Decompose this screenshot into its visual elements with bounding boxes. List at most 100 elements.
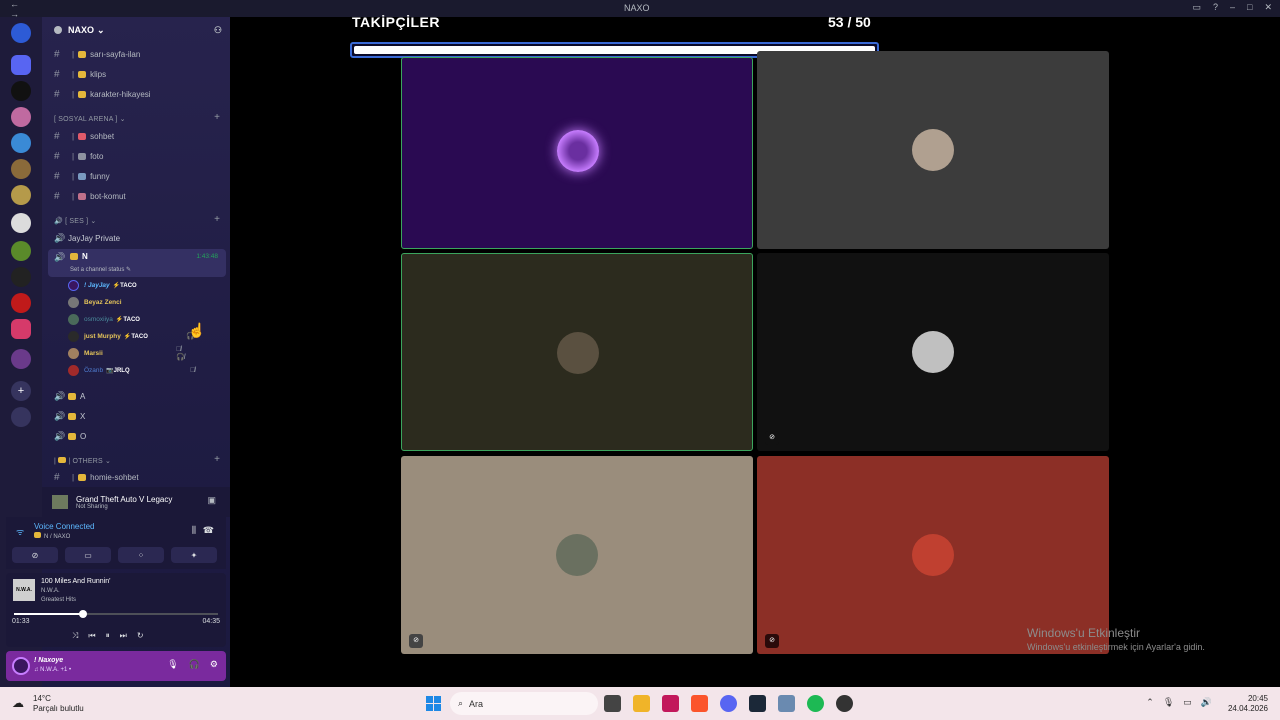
add-server-icon[interactable]: + xyxy=(11,381,31,401)
next-icon[interactable]: ⏭ xyxy=(120,631,127,641)
voice-user[interactable]: Beyaz Zenci xyxy=(68,295,122,309)
microphone-icon[interactable]: 🎙 xyxy=(1163,697,1174,708)
weather-widget[interactable]: 14°C Parçalı bulutlu xyxy=(33,694,84,714)
server-icon[interactable] xyxy=(11,267,31,287)
channel-item[interactable]: # | sarı-sayfa-ilan xyxy=(54,47,140,61)
pause-icon[interactable]: ⏸ xyxy=(106,631,110,641)
server-icon[interactable] xyxy=(11,107,31,127)
voice-user[interactable]: ! JayJay ⚡TACO xyxy=(68,278,137,292)
video-tile[interactable]: ⊘ xyxy=(401,456,753,654)
channel-item[interactable]: # | bot-komut xyxy=(54,189,126,203)
add-member-icon[interactable]: ⚇ xyxy=(214,25,222,36)
channel-item[interactable]: # | sohbet xyxy=(54,129,114,143)
headphones-icon[interactable]: 🎧 xyxy=(189,659,200,670)
server-icon[interactable] xyxy=(11,213,31,233)
weather-icon[interactable]: ☁ xyxy=(12,696,24,710)
previous-icon[interactable]: ⏮ xyxy=(88,631,95,641)
settings-gear-icon[interactable]: ⚙ xyxy=(210,659,218,670)
shuffle-icon[interactable]: ⤨ xyxy=(72,631,78,641)
task-view-icon[interactable] xyxy=(604,695,621,712)
spotify-icon[interactable] xyxy=(807,695,824,712)
camera-off-button[interactable]: ⊘ xyxy=(12,547,58,563)
noise-suppression-icon[interactable]: ⫼ xyxy=(192,525,196,536)
discover-icon[interactable] xyxy=(11,407,31,427)
file-explorer-icon[interactable] xyxy=(633,695,650,712)
clock[interactable]: 20:45 24.04.2026 xyxy=(1228,694,1268,714)
voice-channel[interactable]: 🔊 O xyxy=(54,429,86,443)
channel-emoji-icon xyxy=(70,253,78,260)
inbox-icon[interactable]: ▭ xyxy=(1192,2,1201,13)
server-icon[interactable] xyxy=(11,319,31,339)
category-others[interactable]: | | OTHERS ⌄ xyxy=(54,457,111,465)
steam-icon[interactable] xyxy=(749,695,766,712)
server-icon[interactable] xyxy=(11,349,31,369)
volume-icon[interactable]: 🔊 xyxy=(1201,697,1212,708)
channel-status[interactable]: Set a channel status ✎ xyxy=(70,266,131,273)
app-icon[interactable] xyxy=(662,695,679,712)
nav-arrows[interactable]: ← → xyxy=(0,0,40,19)
server-icon[interactable] xyxy=(11,293,31,313)
disconnect-icon[interactable]: ☎ xyxy=(203,525,214,536)
channel-item[interactable]: # | foto xyxy=(54,149,103,163)
username[interactable]: ! Naxoye xyxy=(34,657,63,664)
video-tile[interactable]: ⊘ xyxy=(757,253,1109,451)
title-bar: ← → NAXO ▭ ? – □ ✕ xyxy=(0,0,1280,19)
deafened-icon: ⊘ xyxy=(409,634,423,648)
voice-user[interactable]: Özanb 📷JRLQ 🎙̸ xyxy=(68,363,195,377)
minimize-button[interactable]: – xyxy=(1230,2,1235,13)
progress-knob[interactable] xyxy=(79,610,88,618)
maximize-button[interactable]: □ xyxy=(1247,2,1252,13)
video-tile[interactable]: ⊘ xyxy=(757,456,1109,654)
voice-connected-title[interactable]: Voice Connected xyxy=(34,522,95,531)
video-tile[interactable] xyxy=(401,253,753,451)
voice-user[interactable]: Marsii 🎙̸ 🎧̸ xyxy=(68,346,185,361)
server-icon[interactable] xyxy=(11,133,31,153)
app-icon[interactable] xyxy=(836,695,853,712)
add-channel-icon[interactable]: + xyxy=(214,214,220,225)
avatar[interactable] xyxy=(12,657,30,675)
server-icon[interactable] xyxy=(11,185,31,205)
dm-icon[interactable] xyxy=(11,55,31,75)
voice-user[interactable]: just Murphy ⚡TACO 🎧̸ xyxy=(68,329,195,343)
taskbar: ☁ 14°C Parçalı bulutlu ⌕ Ara ⌃ 🎙 ▭ 🔊 20:… xyxy=(0,687,1280,720)
signal-icon[interactable]: ᯤ xyxy=(16,525,24,538)
server-header[interactable]: NAXO ⌄ ⚇ xyxy=(42,17,230,43)
voice-channel[interactable]: 🔊 A xyxy=(54,389,85,403)
home-icon[interactable] xyxy=(11,23,31,43)
add-channel-icon[interactable]: + xyxy=(214,454,220,465)
video-tile[interactable] xyxy=(757,51,1109,249)
soundboard-button[interactable]: ✦ xyxy=(171,547,217,563)
channel-item[interactable]: # | klips xyxy=(54,67,106,81)
stream-game-icon[interactable]: ▣ xyxy=(207,495,216,506)
channel-item[interactable]: # | funny xyxy=(54,169,110,183)
voice-channel-active[interactable]: 🔊 N 1:43:48 Set a channel status ✎ xyxy=(48,249,226,277)
microphone-icon[interactable]: 🎙 xyxy=(167,659,178,670)
repeat-icon[interactable]: ↻ xyxy=(137,631,144,641)
screen-share-button[interactable]: ▭ xyxy=(65,547,111,563)
avatar xyxy=(912,129,954,171)
voice-channel[interactable]: 🔊 X xyxy=(54,409,85,423)
category-social[interactable]: [ SOSYAL ARENA ] ⌄ xyxy=(54,115,126,123)
voice-channel-private[interactable]: 🔊 JayJay Private xyxy=(54,231,120,245)
network-icon[interactable]: ▭ xyxy=(1183,697,1192,708)
chevron-up-icon[interactable]: ⌃ xyxy=(1146,697,1154,708)
server-icon[interactable] xyxy=(11,159,31,179)
track-progress[interactable] xyxy=(14,610,218,618)
category-voice[interactable]: 🔊 [ SES ] ⌄ xyxy=(54,217,96,225)
channel-item[interactable]: # | karakter-hikayesi xyxy=(54,87,151,101)
server-icon-naxo[interactable] xyxy=(11,81,31,101)
app-icon[interactable] xyxy=(778,695,795,712)
close-button[interactable]: ✕ xyxy=(1264,2,1272,13)
brave-icon[interactable] xyxy=(691,695,708,712)
video-tile[interactable] xyxy=(401,57,753,249)
help-icon[interactable]: ? xyxy=(1213,2,1218,13)
voice-connected-channel[interactable]: N / NAXO xyxy=(34,532,70,540)
add-channel-icon[interactable]: + xyxy=(214,112,220,123)
discord-icon[interactable] xyxy=(720,695,737,712)
activities-button[interactable]: ⁘ xyxy=(118,547,164,563)
server-icon[interactable] xyxy=(11,241,31,261)
search-box[interactable]: ⌕ Ara xyxy=(450,692,598,715)
start-button[interactable] xyxy=(426,696,441,711)
voice-user[interactable]: osmoxiiya ⚡TACO xyxy=(68,312,140,326)
channel-item[interactable]: # | homie-sohbet xyxy=(54,470,139,484)
